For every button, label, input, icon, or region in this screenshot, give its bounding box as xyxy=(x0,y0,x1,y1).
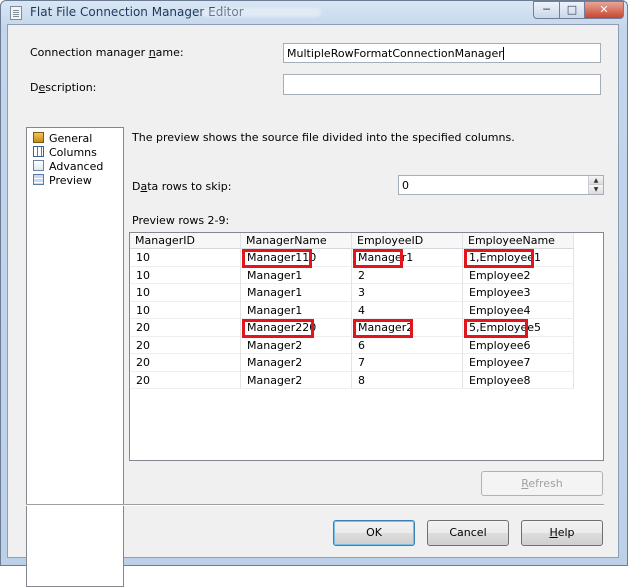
title-bar[interactable]: Flat File Connection Manager Editor ─ □ … xyxy=(1,1,627,25)
grid-cell: 2 xyxy=(352,266,463,284)
preview-icon xyxy=(33,174,44,185)
grid-cell: Manager1 xyxy=(241,301,352,319)
highlight-box xyxy=(464,248,534,268)
grid-cell: 20 xyxy=(130,319,241,337)
highlight-box xyxy=(242,248,312,268)
column-header-manager-name[interactable]: ManagerName xyxy=(241,233,352,249)
close-button[interactable]: ✕ xyxy=(584,1,624,19)
grid-cell: 10 xyxy=(130,301,241,319)
skip-rows-stepper[interactable]: 0 ▲ ▼ xyxy=(398,175,604,195)
description-input[interactable] xyxy=(283,74,601,95)
close-icon: ✕ xyxy=(599,3,609,16)
grid-cell: 20 xyxy=(130,354,241,372)
general-icon xyxy=(33,132,44,143)
nav-item-preview[interactable]: Preview xyxy=(33,174,92,188)
nav-item-columns[interactable]: Columns xyxy=(33,146,97,160)
grid-cell: Manager1 xyxy=(241,284,352,302)
grid-cell: 4 xyxy=(352,301,463,319)
stepper-up-icon[interactable]: ▲ xyxy=(589,176,603,185)
grid-cell: 20 xyxy=(130,371,241,389)
preview-rows-label: Preview rows 2-9: xyxy=(132,214,230,227)
grid-cell: Employee6 xyxy=(463,336,574,354)
dialog-client: Connection manager name: MultipleRowForm… xyxy=(7,24,619,587)
highlight-box xyxy=(353,248,403,268)
minimize-icon: ─ xyxy=(543,3,550,16)
grid-cell: Manager2 xyxy=(241,371,352,389)
stepper-buttons: ▲ ▼ xyxy=(588,176,603,194)
refresh-button[interactable]: Refresh xyxy=(481,471,603,496)
minimize-button[interactable]: ─ xyxy=(533,1,560,19)
grid-cell: 8 xyxy=(352,371,463,389)
grid-cell: 10 xyxy=(130,284,241,302)
ok-button[interactable]: OK xyxy=(333,520,415,546)
grid-cell: 10 xyxy=(130,249,241,267)
grid-cell: Manager2 xyxy=(241,354,352,372)
preview-description: The preview shows the source file divide… xyxy=(132,131,515,144)
footer-divider xyxy=(26,504,604,506)
maximize-button[interactable]: □ xyxy=(559,1,585,19)
nav-item-advanced[interactable]: Advanced xyxy=(33,160,103,174)
grid-cell: 7 xyxy=(352,354,463,372)
column-header-employee-name[interactable]: EmployeeName xyxy=(463,233,574,249)
grid-cell: 6 xyxy=(352,336,463,354)
grid-cell: Manager2 xyxy=(241,336,352,354)
advanced-icon xyxy=(33,160,44,171)
connection-name-input[interactable]: MultipleRowFormatConnectionManager xyxy=(283,43,601,63)
document-icon xyxy=(10,6,22,20)
column-header-employee-id[interactable]: EmployeeID xyxy=(352,233,463,249)
description-label: Description: xyxy=(30,81,97,94)
grid-cell: Employee4 xyxy=(463,301,574,319)
grid-cell: Employee2 xyxy=(463,266,574,284)
highlight-box xyxy=(464,318,528,338)
preview-grid[interactable]: ManagerID ManagerName EmployeeID EmployeeNa… xyxy=(129,232,604,461)
column-header-manager-id[interactable]: ManagerID xyxy=(130,233,241,249)
grid-cell: Employee3 xyxy=(463,284,574,302)
skip-rows-value: 0 xyxy=(402,179,409,192)
help-button[interactable]: Help xyxy=(521,520,603,546)
highlight-box xyxy=(353,318,413,338)
highlight-box xyxy=(242,318,314,338)
skip-rows-label: Data rows to skip: xyxy=(132,180,232,193)
grid-cell: Manager1 xyxy=(241,266,352,284)
page-navigation: General Columns Advanced Preview xyxy=(26,127,124,587)
grid-cell: 10 xyxy=(130,266,241,284)
grid-cell: Employee7 xyxy=(463,354,574,372)
columns-icon xyxy=(33,146,44,157)
nav-item-general[interactable]: General xyxy=(33,132,92,146)
grid-cell: 20 xyxy=(130,336,241,354)
title-glow xyxy=(201,8,321,17)
maximize-icon: □ xyxy=(566,3,578,16)
connection-name-label: Connection manager name: xyxy=(30,46,184,59)
grid-cell: 3 xyxy=(352,284,463,302)
grid-cell: Employee8 xyxy=(463,371,574,389)
stepper-down-icon[interactable]: ▼ xyxy=(589,185,603,194)
cancel-button[interactable]: Cancel xyxy=(427,520,509,546)
